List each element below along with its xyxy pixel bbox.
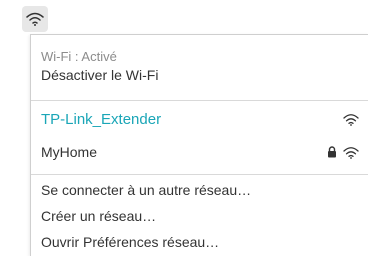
- lock-icon: [327, 146, 337, 158]
- join-other-network-item[interactable]: Se connecter à un autre réseau…: [41, 180, 359, 200]
- network-name: TP-Link_Extender: [41, 110, 162, 128]
- open-network-preferences-item[interactable]: Ouvrir Préférences réseau…: [41, 232, 359, 252]
- wifi-status-text: Wi-Fi : Activé: [41, 49, 359, 64]
- wifi-toggle-label: Désactiver le Wi-Fi: [41, 67, 159, 83]
- create-network-item[interactable]: Créer un réseau…: [41, 206, 359, 226]
- menu-separator: [31, 174, 368, 175]
- network-name: MyHome: [41, 144, 98, 160]
- menu-separator: [31, 100, 368, 101]
- wifi-signal-icon: [343, 113, 359, 126]
- menubar-wifi-button[interactable]: [22, 6, 48, 32]
- network-item-myhome[interactable]: MyHome: [41, 142, 359, 162]
- wifi-status-label: Wi-Fi : Activé: [41, 49, 117, 64]
- create-network-label: Créer un réseau…: [41, 208, 157, 224]
- join-other-network-label: Se connecter à un autre réseau…: [41, 182, 252, 198]
- wifi-signal-icon: [343, 146, 359, 159]
- network-item-tp-link-extender[interactable]: TP-Link_Extender: [41, 109, 359, 129]
- wifi-icon: [26, 12, 44, 26]
- open-network-preferences-label: Ouvrir Préférences réseau…: [41, 234, 220, 250]
- wifi-menu: Wi-Fi : Activé Désactiver le Wi-Fi TP-Li…: [30, 34, 368, 256]
- wifi-toggle-item[interactable]: Désactiver le Wi-Fi: [41, 67, 359, 83]
